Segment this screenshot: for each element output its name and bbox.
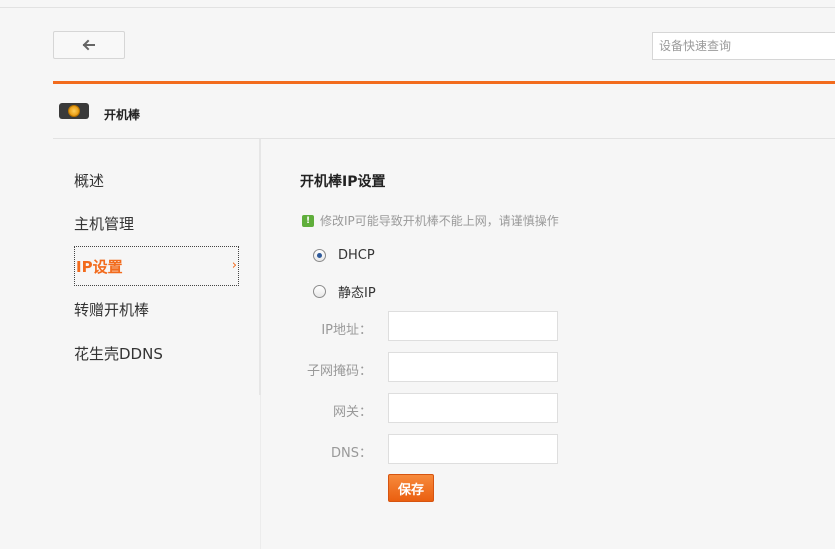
- chevron-right-icon: ›: [231, 258, 237, 273]
- gateway-label: 网关：: [332, 405, 372, 420]
- warning-icon: !: [302, 214, 314, 227]
- page-title: 开机棒IP设置: [300, 174, 386, 190]
- top-border: [0, 7, 835, 8]
- dhcp-radio[interactable]: [313, 249, 326, 262]
- device-indicator-icon: [68, 105, 80, 117]
- save-button[interactable]: 保存: [388, 474, 434, 502]
- warning-notice: ! 修改IP可能导致开机棒不能上网，请谨慎操作: [302, 212, 559, 229]
- sidebar-item-label: IP设置: [76, 257, 123, 276]
- sidebar-item-transfer[interactable]: 转赠开机棒: [74, 299, 149, 320]
- warning-text: 修改IP可能导致开机棒不能上网，请谨慎操作: [320, 214, 559, 228]
- dns-label: DNS：: [331, 446, 372, 461]
- sidebar-item-ip-settings[interactable]: IP设置 ›: [74, 246, 239, 286]
- sidebar-item-host-management[interactable]: 主机管理: [74, 213, 134, 234]
- sidebar-divider-lower: [260, 395, 261, 549]
- static-ip-option[interactable]: 静态IP: [313, 282, 376, 301]
- dns-input[interactable]: [388, 434, 558, 464]
- static-ip-radio[interactable]: [313, 285, 326, 298]
- static-ip-label[interactable]: 静态IP: [338, 282, 376, 301]
- sidebar-item-ddns[interactable]: 花生壳DDNS: [74, 343, 163, 364]
- dhcp-option[interactable]: DHCP: [313, 248, 375, 263]
- sidebar-divider: [259, 139, 261, 395]
- back-arrow-icon: [82, 39, 95, 51]
- gateway-input[interactable]: [388, 393, 558, 423]
- sidebar-item-overview[interactable]: 概述: [74, 170, 104, 191]
- ip-address-label: IP地址：: [321, 323, 372, 338]
- device-icon: [59, 103, 89, 119]
- dhcp-label[interactable]: DHCP: [338, 248, 375, 263]
- subnet-mask-input[interactable]: [388, 352, 558, 382]
- header-accent-bar: [53, 81, 835, 84]
- device-name: 开机棒: [104, 108, 141, 122]
- ip-address-input[interactable]: [388, 311, 558, 341]
- subnet-mask-label: 子网掩码：: [306, 364, 372, 379]
- device-search-input[interactable]: [652, 32, 835, 60]
- header-divider: [53, 138, 835, 139]
- back-button[interactable]: [53, 31, 125, 59]
